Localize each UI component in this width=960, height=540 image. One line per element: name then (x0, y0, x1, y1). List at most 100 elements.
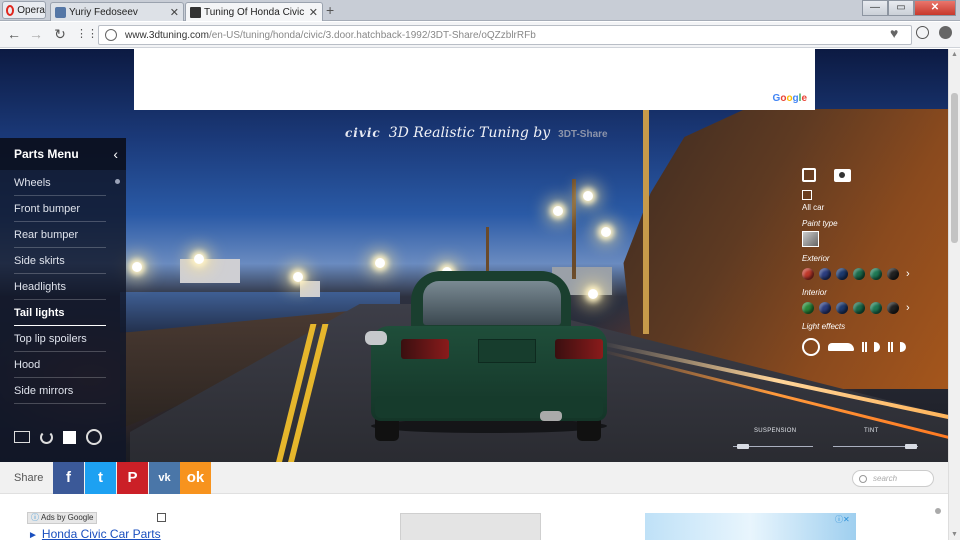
suspension-slider-handle[interactable] (737, 444, 749, 449)
exterior-swatches: › (802, 267, 922, 281)
parts-menu-item[interactable]: Hood (14, 352, 106, 378)
parts-menu-item[interactable]: Headlights (14, 274, 106, 300)
adchoices-icon[interactable] (157, 513, 166, 522)
forward-arrow-icon[interactable]: → (28, 26, 44, 42)
scroll-thumb[interactable] (951, 93, 958, 243)
ad-image[interactable] (645, 513, 856, 540)
parts-menu-item[interactable]: Wheels (14, 170, 106, 196)
exterior-color-swatch[interactable] (802, 268, 814, 280)
interior-color-swatch[interactable] (887, 302, 899, 314)
search-placeholder: search (873, 474, 898, 483)
honda-civic-model[interactable] (365, 271, 611, 441)
minimize-button[interactable]: — (862, 0, 888, 16)
opera-logo-icon (6, 4, 15, 16)
car-tail-light[interactable] (401, 339, 449, 359)
car-rear-bumper[interactable] (375, 396, 603, 418)
civic-logo: civic (345, 126, 381, 140)
tint-slider-handle[interactable] (905, 444, 917, 449)
exterior-label: Exterior (802, 254, 830, 263)
tab-honda-civic-tuning[interactable]: Tuning Of Honda Civic 3 D ✕ (185, 2, 323, 21)
search-input[interactable]: search (852, 470, 934, 487)
ad-info-close-icon[interactable]: ⓘ✕ (835, 514, 850, 525)
interior-color-swatch[interactable] (819, 302, 831, 314)
image-icon[interactable] (14, 431, 30, 443)
hero-brand: 3DT-Share (558, 129, 608, 140)
parts-menu-item[interactable]: Tail lights (14, 300, 106, 326)
new-tab-button[interactable]: + (326, 3, 334, 17)
parts-menu-item[interactable]: Top lip spoilers (14, 326, 106, 352)
interior-color-swatch[interactable] (853, 302, 865, 314)
save-icon[interactable] (802, 168, 816, 182)
url-field[interactable]: www.3dtuning.com /en-US/tuning/honda/civ… (98, 25, 912, 45)
close-window-button[interactable]: ✕ (914, 0, 956, 16)
google-logo: Google (772, 93, 807, 104)
reload-icon[interactable]: ↻ (52, 26, 68, 42)
pinterest-share-button[interactable]: P (117, 462, 148, 494)
ad-banner[interactable]: Google (134, 49, 815, 110)
chevron-left-icon[interactable]: ‹ (113, 146, 118, 162)
maximize-button[interactable]: ▭ (888, 0, 914, 16)
vk-share-button[interactable]: vk (149, 462, 180, 494)
lamp-post (572, 179, 576, 279)
interior-color-swatch[interactable] (870, 302, 882, 314)
tab-close-icon[interactable]: ✕ (170, 6, 179, 19)
rotate-icon[interactable] (40, 430, 53, 444)
tuning-viewport[interactable]: civic 3D Realistic Tuning by 3DT-Share P… (0, 49, 948, 464)
car-tail-light[interactable] (555, 339, 603, 359)
parts-menu-item[interactable]: Front bumper (14, 196, 106, 222)
info-icon: ⓘ (31, 513, 39, 522)
all-car-label: All car (802, 203, 825, 212)
account-icon[interactable] (939, 26, 952, 39)
street-light (583, 191, 593, 201)
download-icon[interactable] (916, 26, 929, 39)
chevron-right-icon[interactable]: › (906, 268, 910, 280)
tab-yuriy-fedoseev[interactable]: Yuriy Fedoseev ✕ (50, 2, 184, 21)
exterior-color-swatch[interactable] (819, 268, 831, 280)
exterior-color-swatch[interactable] (887, 268, 899, 280)
parts-menu-item[interactable]: Rear bumper (14, 222, 106, 248)
facebook-share-button[interactable]: f (53, 462, 84, 494)
car-rear-window (423, 281, 561, 325)
exterior-color-swatch[interactable] (853, 268, 865, 280)
parts-menu: Parts Menu ‹ Wheels Front bumper Rear bump… (0, 138, 126, 463)
scroll-up-arrow-icon[interactable]: ▲ (951, 51, 958, 58)
car-side-mirror[interactable] (365, 331, 387, 345)
ads-by-google-badge[interactable]: ⓘ Ads by Google (27, 512, 98, 524)
underglow-car-icon[interactable] (828, 343, 854, 351)
ad-placeholder[interactable] (400, 513, 541, 540)
exterior-color-swatch[interactable] (870, 268, 882, 280)
scroll-down-arrow-icon[interactable]: ▼ (951, 531, 958, 538)
parts-menu-header[interactable]: Parts Menu ‹ (0, 138, 126, 170)
share-label: Share (14, 472, 44, 484)
back-arrow-icon[interactable]: ← (6, 26, 22, 42)
interior-color-swatch[interactable] (802, 302, 814, 314)
tab-title: Tuning Of Honda Civic 3 D (204, 6, 306, 18)
parts-menu-item[interactable]: Side mirrors (14, 378, 106, 404)
paint-type-button[interactable] (802, 231, 819, 247)
heart-icon[interactable]: ♥ (890, 25, 898, 41)
camera-icon[interactable] (834, 168, 851, 182)
headlight-low-icon[interactable] (862, 342, 880, 352)
odnoklassniki-share-button[interactable]: ok (180, 462, 211, 494)
all-car-checkbox[interactable] (802, 190, 812, 200)
menu-scroll-indicator[interactable] (115, 179, 120, 184)
page-scrollbar[interactable]: ▲ ▼ (948, 49, 960, 540)
ad-link[interactable]: ► Honda Civic Car Parts (28, 527, 161, 540)
ads-badge-label: Ads by Google (41, 513, 94, 522)
chevron-right-icon[interactable]: › (906, 302, 910, 314)
steering-wheel-icon[interactable] (86, 429, 102, 445)
twitter-share-button[interactable]: t (85, 462, 116, 494)
square-icon[interactable] (63, 430, 76, 444)
headlight-high-icon[interactable] (888, 342, 906, 352)
vk-favicon-icon (55, 6, 66, 18)
interior-color-swatch[interactable] (836, 302, 848, 314)
opera-menu-button[interactable]: Opera (2, 1, 46, 19)
exterior-color-swatch[interactable] (836, 268, 848, 280)
tab-close-icon[interactable]: ✕ (309, 6, 318, 19)
site-info-icon[interactable] (105, 29, 117, 41)
wheel-light-icon[interactable] (802, 338, 820, 356)
opera-menu-label: Opera (17, 4, 45, 16)
parts-menu-item[interactable]: Side skirts (14, 248, 106, 274)
speed-dial-grid-icon[interactable]: ⋮⋮ (76, 26, 98, 42)
pier-building (300, 281, 320, 297)
